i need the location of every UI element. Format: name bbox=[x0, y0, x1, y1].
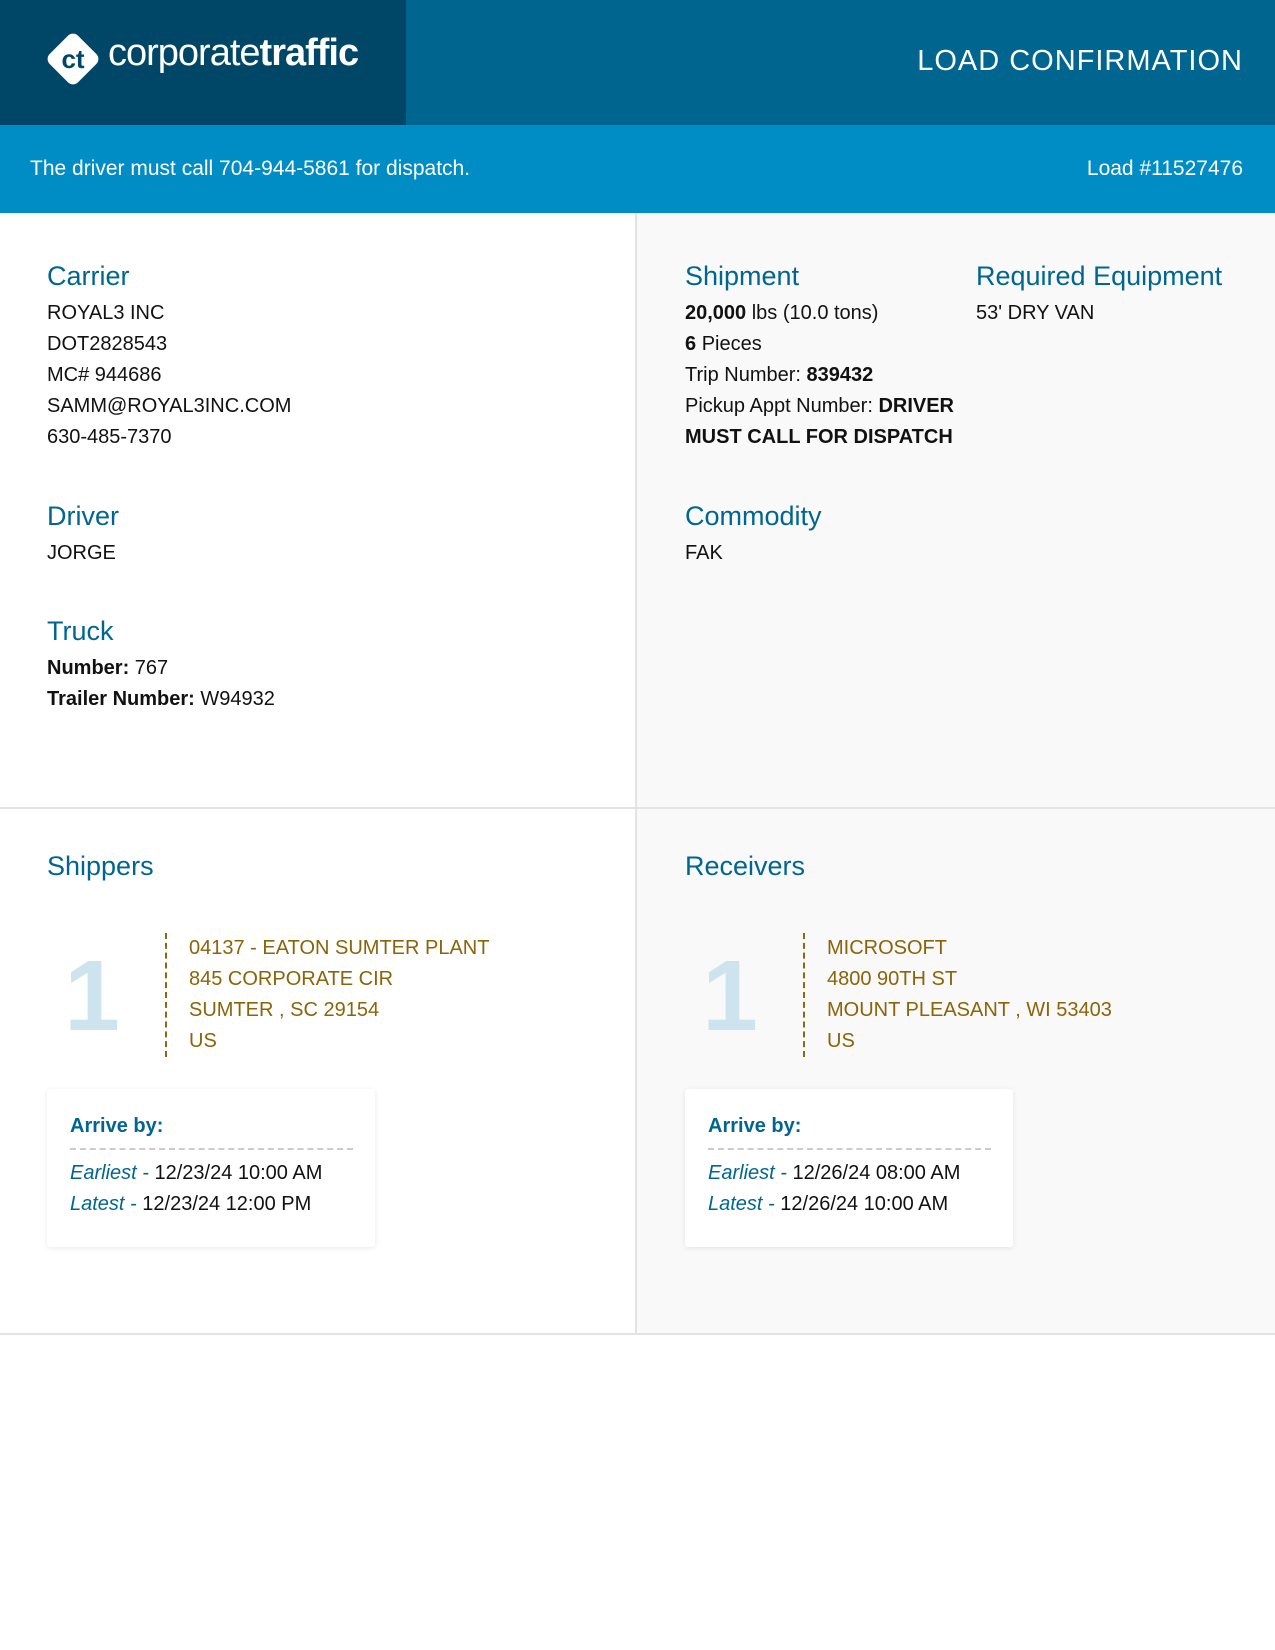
truck-number-label: Number: bbox=[47, 657, 130, 679]
shipper-address: 04137 - EATON SUMTER PLANT 845 CORPORATE… bbox=[165, 933, 489, 1057]
pickup-appt: Pickup Appt Number: DRIVER bbox=[685, 391, 954, 422]
shipper-arrive-title: Arrive by: bbox=[70, 1115, 353, 1150]
receiver-stop-number: 1 bbox=[702, 940, 758, 1052]
truck-title: Truck bbox=[47, 616, 114, 646]
carrier-name: ROYAL3 INC bbox=[47, 302, 165, 324]
pickup-appt-value-2: MUST CALL FOR DISPATCH bbox=[685, 426, 953, 448]
carrier-section: Carrier ROYAL3 INC DOT2828543 MC# 944686… bbox=[47, 261, 291, 453]
shipment-panel: Shipment 20,000 lbs (10.0 tons) 6 Pieces… bbox=[637, 213, 1275, 809]
dispatch-banner: The driver must call 704-944-5861 for di… bbox=[0, 125, 1275, 213]
shipment-section: Shipment 20,000 lbs (10.0 tons) 6 Pieces… bbox=[685, 261, 954, 453]
dispatch-message: The driver must call 704-944-5861 for di… bbox=[30, 157, 471, 180]
page-title: LOAD CONFIRMATION bbox=[917, 45, 1243, 77]
carrier-dot: DOT2828543 bbox=[47, 333, 168, 355]
receiver-latest-value: 12/26/24 10:00 AM bbox=[780, 1193, 949, 1215]
driver-section: Driver JORGE bbox=[47, 501, 119, 569]
carrier-title: Carrier bbox=[47, 261, 130, 291]
shipment-pieces: 6 Pieces bbox=[685, 329, 954, 360]
shipper-address-line: SUMTER , SC 29154 bbox=[189, 999, 380, 1021]
driver-title: Driver bbox=[47, 501, 119, 531]
commodity-value: FAK bbox=[685, 542, 723, 564]
shipper-stop: 1 04137 - EATON SUMTER PLANT 845 CORPORA… bbox=[47, 933, 607, 1059]
shippers-panel: Shippers 1 04137 - EATON SUMTER PLANT 84… bbox=[0, 809, 637, 1335]
receivers-section: Receivers bbox=[685, 851, 805, 888]
shipment-weight-unit: lbs (10.0 tons) bbox=[751, 302, 879, 324]
carrier-phone: 630-485-7370 bbox=[47, 426, 172, 448]
shipment-pieces-label: Pieces bbox=[701, 333, 762, 355]
equipment-title: Required Equipment bbox=[976, 261, 1223, 291]
receiver-latest-label: Latest - bbox=[708, 1193, 775, 1215]
receivers-panel: Receivers 1 MICROSOFT 4800 90TH ST MOUNT… bbox=[637, 809, 1275, 1335]
shipper-earliest-value: 12/23/24 10:00 AM bbox=[154, 1162, 323, 1184]
receivers-title: Receivers bbox=[685, 851, 806, 881]
trip-number: Trip Number: 839432 bbox=[685, 360, 954, 391]
receiver-stop: 1 MICROSOFT 4800 90TH ST MOUNT PLEASANT … bbox=[685, 933, 1245, 1059]
logo-text-light: corporate bbox=[108, 32, 261, 74]
trailer-number-value: W94932 bbox=[200, 688, 275, 710]
shipment-title: Shipment bbox=[685, 261, 800, 291]
load-number: Load #11527476 bbox=[1086, 157, 1243, 180]
receiver-earliest: Earliest - 12/26/24 08:00 AM bbox=[708, 1158, 991, 1189]
shipper-earliest: Earliest - 12/23/24 10:00 AM bbox=[70, 1158, 353, 1189]
shipment-weight-value: 20,000 bbox=[685, 302, 747, 324]
shippers-section: Shippers bbox=[47, 851, 154, 888]
logo: ct corporatetraffic bbox=[0, 0, 406, 125]
logo-text-bold: traffic bbox=[259, 32, 360, 74]
shipment-weight: 20,000 lbs (10.0 tons) bbox=[685, 298, 954, 329]
receiver-address-line: 4800 90TH ST bbox=[827, 968, 958, 990]
carrier-email: SAMM@ROYAL3INC.COM bbox=[47, 395, 292, 417]
carrier-mc: MC# 944686 bbox=[47, 364, 162, 386]
trailer-number: Trailer Number: W94932 bbox=[47, 684, 275, 715]
logo-diamond-icon: ct bbox=[47, 33, 99, 85]
shipper-latest-value: 12/23/24 12:00 PM bbox=[142, 1193, 312, 1215]
trailer-number-label: Trailer Number: bbox=[47, 688, 195, 710]
receiver-address-line: MOUNT PLEASANT , WI 53403 bbox=[827, 999, 1112, 1021]
receiver-latest: Latest - 12/26/24 10:00 AM bbox=[708, 1189, 991, 1220]
shipper-earliest-label: Earliest - bbox=[70, 1162, 149, 1184]
receiver-earliest-value: 12/26/24 08:00 AM bbox=[792, 1162, 961, 1184]
receiver-address-line: MICROSOFT bbox=[827, 937, 947, 959]
trip-number-value: 839432 bbox=[806, 364, 874, 386]
shipper-address-line: 845 CORPORATE CIR bbox=[189, 968, 394, 990]
commodity-section: Commodity FAK bbox=[685, 501, 822, 569]
trip-number-label: Trip Number: bbox=[685, 364, 801, 386]
receiver-arrive-card: Arrive by: Earliest - 12/26/24 08:00 AM … bbox=[685, 1089, 1013, 1247]
shipper-latest-label: Latest - bbox=[70, 1193, 137, 1215]
driver-name: JORGE bbox=[47, 542, 116, 564]
receiver-earliest-label: Earliest - bbox=[708, 1162, 787, 1184]
truck-number-value: 767 bbox=[134, 657, 169, 679]
receiver-arrive-title: Arrive by: bbox=[708, 1115, 991, 1150]
shipper-stop-number: 1 bbox=[64, 940, 120, 1052]
commodity-title: Commodity bbox=[685, 501, 822, 531]
truck-number: Number: 767 bbox=[47, 653, 275, 684]
logo-wordmark: corporatetraffic bbox=[108, 32, 360, 75]
equipment-section: Required Equipment 53' DRY VAN bbox=[976, 261, 1222, 329]
pickup-appt-value-1: DRIVER bbox=[878, 395, 955, 417]
shipper-address-line: US bbox=[189, 1030, 217, 1052]
pickup-appt-label: Pickup Appt Number: bbox=[685, 395, 873, 417]
shipper-address-line: 04137 - EATON SUMTER PLANT bbox=[189, 937, 490, 959]
receiver-address: MICROSOFT 4800 90TH ST MOUNT PLEASANT , … bbox=[803, 933, 1112, 1057]
shipper-latest: Latest - 12/23/24 12:00 PM bbox=[70, 1189, 353, 1220]
receiver-address-line: US bbox=[827, 1030, 855, 1052]
shipment-pieces-value: 6 bbox=[685, 333, 697, 355]
truck-section: Truck Number: 767 Trailer Number: W94932 bbox=[47, 616, 275, 715]
page-header: ct corporatetraffic LOAD CONFIRMATION bbox=[0, 0, 1275, 125]
equipment-value: 53' DRY VAN bbox=[976, 302, 1095, 324]
logo-initials: ct bbox=[61, 44, 84, 74]
shippers-title: Shippers bbox=[47, 851, 154, 881]
shipper-arrive-card: Arrive by: Earliest - 12/23/24 10:00 AM … bbox=[47, 1089, 375, 1247]
carrier-panel: Carrier ROYAL3 INC DOT2828543 MC# 944686… bbox=[0, 213, 637, 809]
